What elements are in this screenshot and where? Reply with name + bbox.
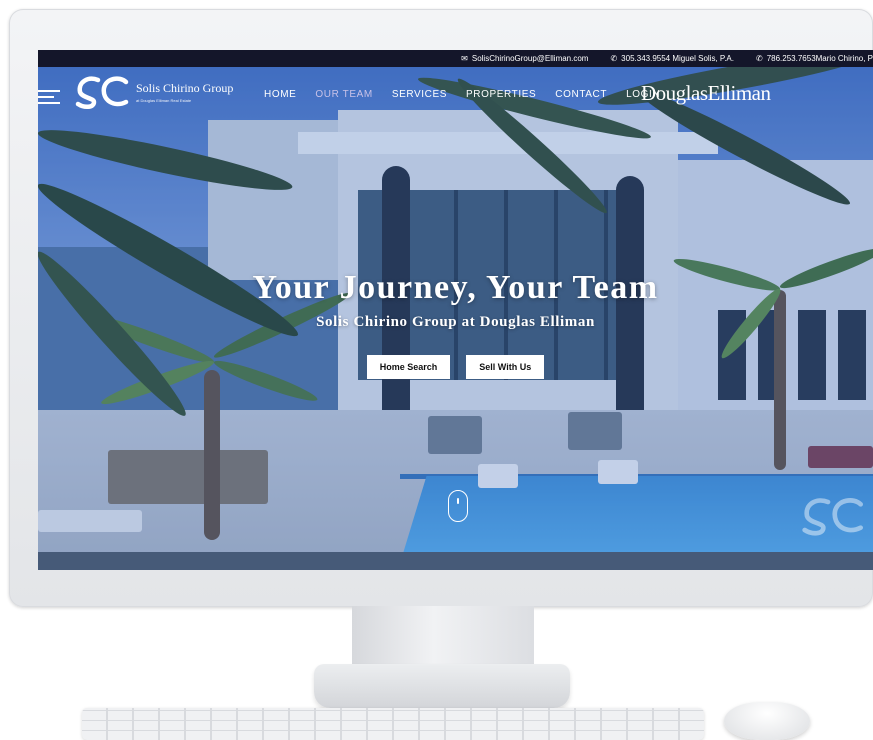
monitor-frame: ✉ SolisChirinoGroup@Elliman.com ✆ 305.34… <box>9 9 873 607</box>
logo-subtitle: at Douglas Elliman Real Estate <box>136 98 192 103</box>
nav-services[interactable]: SERVICES <box>392 89 447 100</box>
mouse <box>724 702 810 740</box>
hamburger-icon[interactable] <box>38 90 60 104</box>
site-logo[interactable]: Solis Chirino Group at Douglas Elliman R… <box>74 72 233 112</box>
bottom-band <box>38 552 873 570</box>
douglas-elliman-logo[interactable]: DouglasElliman <box>641 81 771 106</box>
contact-bar: ✉ SolisChirinoGroup@Elliman.com ✆ 305.34… <box>38 50 873 67</box>
monitor-stand-base <box>314 664 570 708</box>
nav-contact[interactable]: CONTACT <box>555 89 607 100</box>
main-navigation: Solis Chirino Group at Douglas Elliman R… <box>38 67 873 119</box>
sell-with-us-button[interactable]: Sell With Us <box>466 355 545 379</box>
nav-menu: HOME OUR TEAM SERVICES PROPERTIES CONTAC… <box>264 89 679 100</box>
contact-phone-1-text: 305.343.9554 Miguel Solis, P.A. <box>621 54 734 63</box>
phone-icon: ✆ <box>756 54 763 63</box>
hero-buttons: Home Search Sell With Us <box>38 355 873 379</box>
website-screen: ✉ SolisChirinoGroup@Elliman.com ✆ 305.34… <box>38 50 873 570</box>
scroll-down-icon[interactable] <box>448 490 468 522</box>
email-icon: ✉ <box>461 54 468 63</box>
contact-phone-2-text: 786.253.7653Mario Chirino, P <box>766 54 873 63</box>
nav-home[interactable]: HOME <box>264 89 296 100</box>
monitor-stand-neck <box>352 606 534 668</box>
phone-icon: ✆ <box>610 54 618 63</box>
contact-email-text: SolisChirinoGroup@Elliman.com <box>471 54 589 63</box>
home-search-button[interactable]: Home Search <box>366 355 451 379</box>
contact-email[interactable]: ✉ SolisChirinoGroup@Elliman.com <box>461 54 588 63</box>
hero-title: Your Journey, Your Team <box>252 269 659 306</box>
contact-phone-2[interactable]: ✆ 786.253.7653Mario Chirino, P <box>756 54 873 63</box>
sc-monogram-icon <box>75 76 129 109</box>
keyboard <box>82 708 704 740</box>
nav-our-team[interactable]: OUR TEAM <box>315 89 372 100</box>
contact-phone-1[interactable]: ✆ 305.343.9554 Miguel Solis, P.A. <box>610 54 734 63</box>
sc-watermark-icon <box>802 498 863 536</box>
nav-properties[interactable]: PROPERTIES <box>466 89 536 100</box>
hero-subtitle: Solis Chirino Group at Douglas Elliman <box>316 314 595 330</box>
logo-name: Solis Chirino Group <box>136 81 234 95</box>
